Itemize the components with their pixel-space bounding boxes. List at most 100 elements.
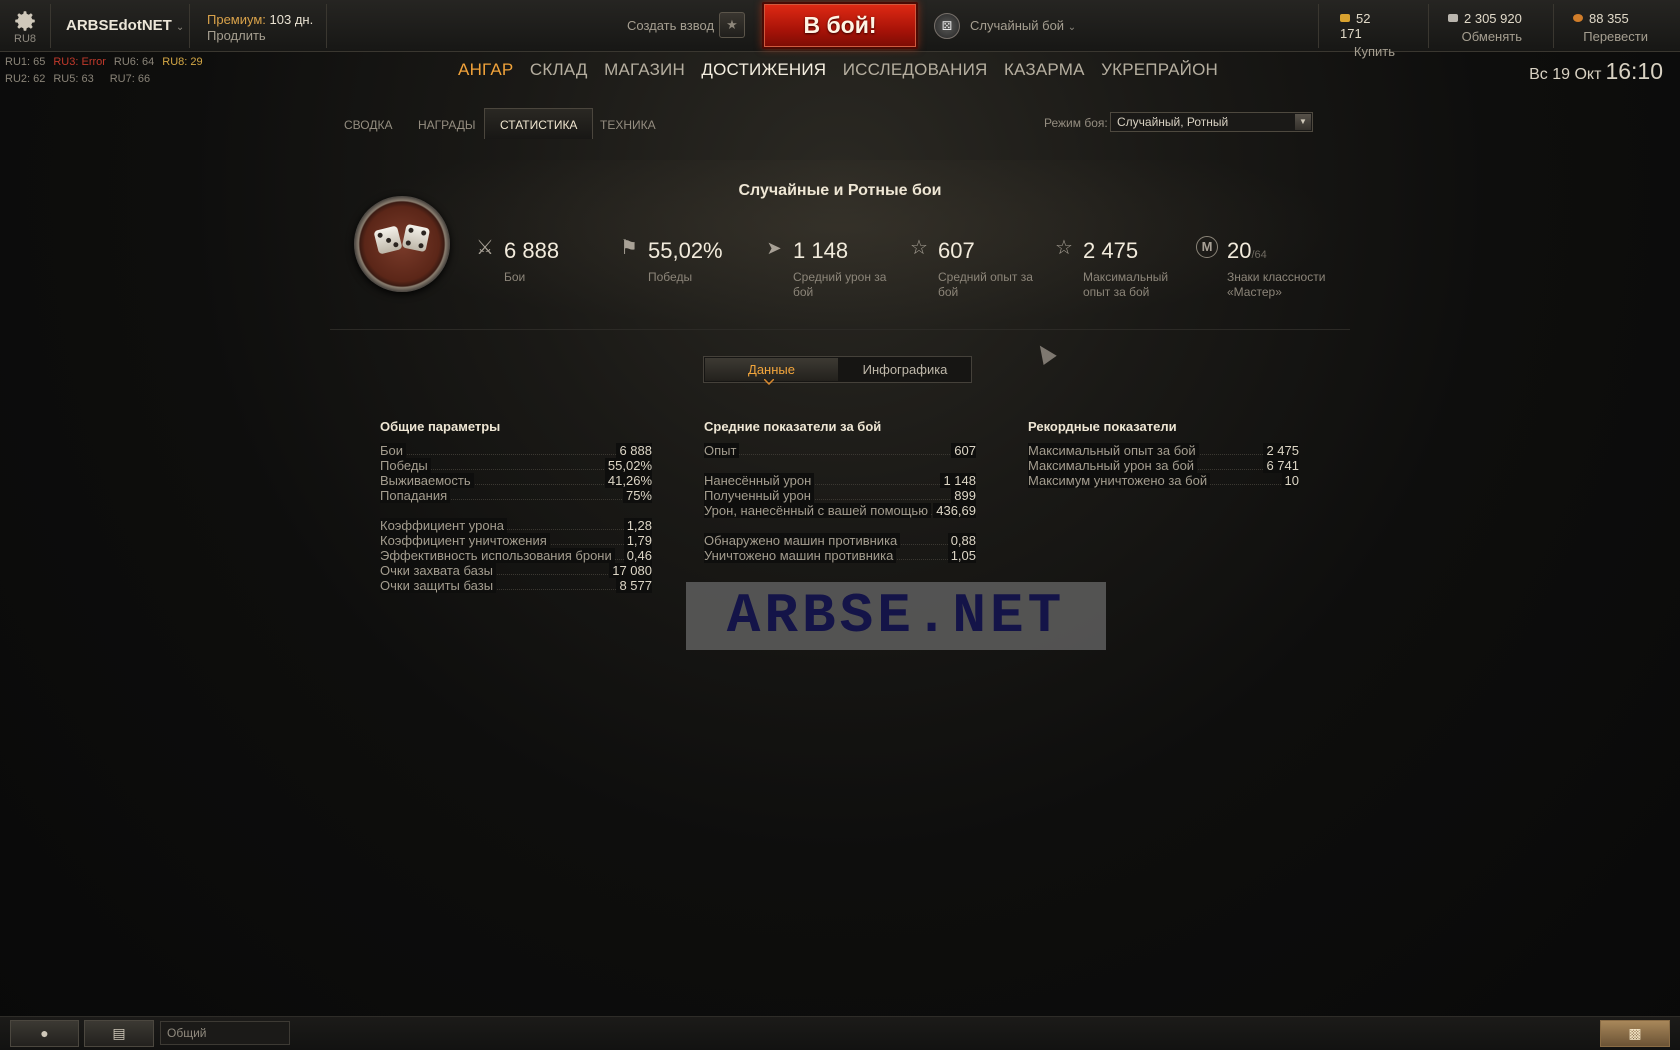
- table-row: Урон, нанесённый с вашей помощью 436,69: [704, 503, 976, 518]
- free-xp-balance: 88 355 Перевести: [1573, 11, 1648, 44]
- table-title: Общие параметры: [380, 419, 501, 434]
- row-label: Полученный урон: [704, 488, 814, 503]
- stat-label: Победы: [648, 270, 693, 284]
- table-row: Очки захвата базы 17 080: [380, 563, 652, 578]
- table-row: Коэффициент урона 1,28: [380, 518, 652, 533]
- random-battles-medal-icon: [354, 196, 450, 292]
- table-row: Максимум уничтожено за бой 10: [1028, 473, 1299, 488]
- random-battle-dice-icon[interactable]: ⚄: [934, 13, 960, 39]
- table-row: Попадания 75%: [380, 488, 652, 503]
- tab-awards[interactable]: НАГРАДЫ: [418, 108, 476, 139]
- row-value: 8 577: [616, 578, 652, 593]
- clock-time: 16:10: [1605, 58, 1663, 84]
- stat-value: 20/64: [1227, 238, 1267, 264]
- row-label: Коэффициент уничтожения: [380, 533, 550, 548]
- avg-xp-icon: ☆: [910, 237, 928, 259]
- row-value: 2 475: [1263, 443, 1299, 458]
- row-value: 899: [951, 488, 976, 503]
- row-value: 436,69: [933, 503, 976, 518]
- gear-icon[interactable]: [12, 8, 38, 34]
- contacts-button[interactable]: ●: [10, 1020, 79, 1047]
- stat-label: Средний опыт за бой: [938, 270, 1033, 299]
- chevron-down-icon: ⌄: [175, 22, 185, 33]
- table-row: Опыт 607: [704, 443, 976, 458]
- row-label: Эффективность использования брони: [380, 548, 615, 563]
- row-label: Бои: [380, 443, 407, 458]
- platoon-star-icon[interactable]: ★: [719, 12, 745, 38]
- row-label: Попадания: [380, 488, 451, 503]
- damage-icon: ➤: [766, 238, 782, 258]
- divider: [50, 4, 51, 48]
- stat-label: Знаки классности «Мастер»: [1227, 270, 1326, 299]
- premium-days: 103 дн.: [269, 12, 314, 27]
- gold-icon: [1340, 14, 1350, 22]
- nav-hangar[interactable]: АНГАР: [458, 60, 513, 79]
- battle-mode-select[interactable]: Случайный бой ⌄: [970, 18, 1076, 33]
- bottom-bar: ● ▤ Общий ▩: [0, 1016, 1680, 1050]
- infographic-tab[interactable]: Инфографика: [839, 358, 971, 381]
- tab-vehicles[interactable]: ТЕХНИКА: [600, 108, 656, 139]
- stat-value: 6 888: [504, 238, 560, 263]
- battle-mode-label: Случайный бой: [970, 18, 1065, 33]
- nav-research[interactable]: ИССЛЕДОВАНИЯ: [843, 60, 988, 79]
- table-row: Коэффициент уничтожения 1,79: [380, 533, 652, 548]
- row-label: Уничтожено машин противника: [704, 548, 897, 563]
- tab-statistics[interactable]: СТАТИСТИКА: [484, 108, 594, 139]
- channels-button[interactable]: ▤: [84, 1020, 154, 1047]
- main-nav: АНГАР СКЛАД МАГАЗИН ДОСТИЖЕНИЯ ИССЛЕДОВА…: [0, 60, 1680, 80]
- credits-icon: [1448, 14, 1458, 22]
- divider: [189, 4, 190, 48]
- dropdown-arrow-icon: ▼: [1295, 114, 1311, 130]
- nav-depot[interactable]: СКЛАД: [530, 60, 588, 79]
- divider: [1318, 4, 1319, 48]
- divider: [1553, 4, 1554, 48]
- row-value: 1 148: [940, 473, 976, 488]
- buy-gold-link[interactable]: Купить: [1340, 44, 1395, 59]
- table-row: Очки защиты базы 8 577: [380, 578, 652, 593]
- row-label: Нанесённый урон: [704, 473, 815, 488]
- table-row: Бои 6 888: [380, 443, 652, 458]
- general-params-table: Общие параметры Бои 6 888 Победы 55,02% Вы…: [380, 419, 652, 593]
- nav-shop[interactable]: МАГАЗИН: [604, 60, 685, 79]
- create-platoon-button[interactable]: Создать взвод: [627, 18, 714, 33]
- row-label: Обнаружено машин противника: [704, 533, 901, 548]
- table-row: Полученный урон 899: [704, 488, 976, 503]
- mastery-icon: M: [1196, 236, 1218, 258]
- nav-achievements[interactable]: ДОСТИЖЕНИЯ: [701, 60, 826, 79]
- table-title: Средние показатели за бой: [704, 419, 882, 434]
- table-row: Максимальный опыт за бой 2 475: [1028, 443, 1299, 458]
- nav-stronghold[interactable]: УКРЕПРАЙОН: [1101, 60, 1218, 79]
- stat-value: 1 148: [793, 238, 849, 263]
- max-xp-icon: ☆: [1055, 237, 1073, 259]
- table-row: Эффективность использования брони 0,46: [380, 548, 652, 563]
- stat-value: 55,02%: [648, 238, 723, 263]
- row-value: 41,26%: [604, 473, 652, 488]
- active-caret-icon: [764, 379, 774, 385]
- battle-type-select[interactable]: Случайный, Ротный ▼: [1110, 112, 1313, 132]
- premium-status: Премиум: 103 дн.: [207, 12, 313, 27]
- row-label: Выживаемость: [380, 473, 474, 488]
- row-value: 17 080: [609, 563, 652, 578]
- data-tab[interactable]: Данные: [705, 358, 838, 381]
- chevron-down-icon: ⌄: [1067, 22, 1077, 33]
- exchange-gold-link[interactable]: Обменять: [1448, 29, 1522, 44]
- row-value: 607: [951, 443, 976, 458]
- tab-summary[interactable]: СВОДКА: [344, 108, 392, 139]
- row-value: 55,02%: [604, 458, 652, 473]
- table-row: Обнаружено машин противника 0,88: [704, 533, 976, 548]
- row-label: Победы: [380, 458, 431, 473]
- convert-xp-link[interactable]: Перевести: [1573, 29, 1648, 44]
- free-xp-value: 88 355: [1589, 11, 1629, 26]
- row-value: 75%: [622, 488, 652, 503]
- table-row: Выживаемость 41,26%: [380, 473, 652, 488]
- extend-premium-link[interactable]: Продлить: [207, 28, 266, 43]
- account-name: ARBSEdotNET: [66, 17, 172, 34]
- battle-button[interactable]: В бой!: [762, 2, 918, 49]
- nav-barracks[interactable]: КАЗАРМА: [1004, 60, 1085, 79]
- notifications-button[interactable]: ▩: [1600, 1020, 1670, 1047]
- row-label: Очки защиты базы: [380, 578, 497, 593]
- chat-channel-field[interactable]: Общий: [160, 1021, 290, 1045]
- row-value: 6 888: [616, 443, 652, 458]
- chat-bubbles-icon: ▤: [112, 1025, 126, 1041]
- account-menu[interactable]: ARBSEdotNET ⌄: [66, 17, 184, 34]
